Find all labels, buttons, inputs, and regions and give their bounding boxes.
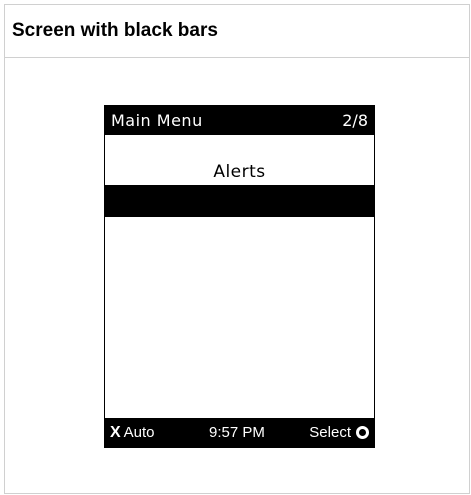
figure-header: Screen with black bars (5, 5, 469, 58)
clock-time: 9:57 PM (209, 424, 265, 441)
x-icon: X (110, 423, 121, 441)
device-screen: Main Menu 2/8 Alerts X Auto 9:57 PM Sele… (104, 105, 375, 448)
figure-title: Screen with black bars (12, 20, 218, 41)
auto-label: Auto (123, 424, 155, 441)
select-softkey[interactable]: Select (309, 424, 369, 441)
figure-frame: Screen with black bars Main Menu 2/8 Ale… (4, 4, 470, 494)
circle-icon (356, 426, 369, 439)
select-label: Select (309, 424, 351, 441)
menu-item-alerts[interactable]: Alerts (105, 162, 374, 182)
bottom-bar: X Auto 9:57 PM Select (105, 418, 374, 447)
top-bar: Main Menu 2/8 (105, 106, 374, 135)
page-indicator: 2/8 (342, 111, 368, 130)
black-highlight-bar (105, 185, 374, 217)
menu-title: Main Menu (111, 111, 203, 130)
auto-softkey[interactable]: X Auto (110, 424, 155, 441)
